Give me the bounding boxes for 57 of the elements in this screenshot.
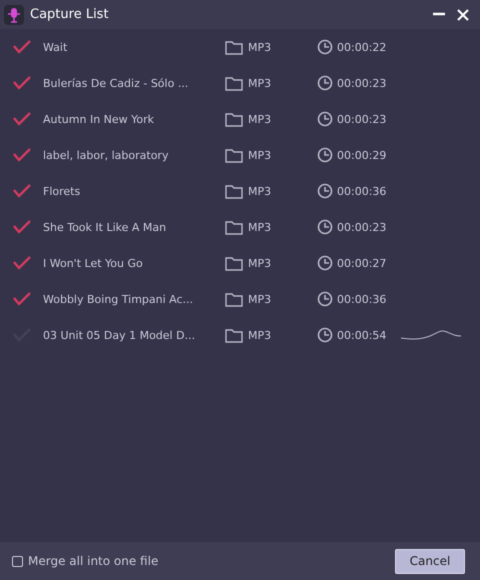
- clock-icon: [317, 75, 333, 91]
- clock-icon: [317, 39, 333, 55]
- checkmark-icon[interactable]: [13, 76, 31, 90]
- track-name: She Took It Like A Man: [43, 220, 168, 234]
- track-name: label, labor, laboratory: [43, 148, 170, 162]
- clock-icon: [317, 183, 333, 199]
- checkmark-icon[interactable]: [13, 148, 31, 162]
- duration-label: 00:00:29: [337, 148, 388, 162]
- folder-icon[interactable]: [225, 76, 243, 90]
- checkmark-icon[interactable]: [13, 256, 31, 270]
- format-label: MP3: [248, 220, 272, 234]
- track-name: Bulerías De Cadiz - Sólo ...: [43, 76, 190, 90]
- track-name: I Won't Let You Go: [43, 256, 144, 270]
- duration-label: 00:00:22: [337, 40, 388, 54]
- track-name: Wobbly Boing Timpani Ac...: [43, 292, 194, 306]
- folder-icon[interactable]: [225, 184, 243, 198]
- checkmark-icon[interactable]: [13, 40, 31, 54]
- duration-label: 00:00:23: [337, 112, 388, 126]
- window-title: Capture List: [30, 7, 110, 22]
- folder-icon[interactable]: [225, 292, 243, 306]
- clock-icon: [317, 219, 333, 235]
- format-label: MP3: [248, 292, 272, 306]
- track-name: 03 Unit 05 Day 1 Model D...: [43, 328, 196, 342]
- clock-icon: [317, 291, 333, 307]
- folder-icon[interactable]: [225, 40, 243, 54]
- duration-label: 00:00:36: [337, 184, 388, 198]
- cancel-button[interactable]: Cancel: [395, 548, 465, 574]
- clock-icon: [317, 327, 333, 343]
- format-label: MP3: [248, 328, 272, 342]
- checkmark-icon[interactable]: [13, 184, 31, 198]
- merge-checkbox[interactable]: Merge all into one file: [12, 554, 395, 568]
- duration-label: 00:00:23: [337, 220, 388, 234]
- format-label: MP3: [248, 256, 272, 270]
- clock-icon: [317, 111, 333, 127]
- folder-icon[interactable]: [225, 112, 243, 126]
- folder-icon[interactable]: [225, 328, 243, 342]
- checkmark-icon[interactable]: [13, 220, 31, 234]
- format-label: MP3: [248, 148, 272, 162]
- checkmark-icon[interactable]: [13, 112, 31, 126]
- duration-label: 00:00:23: [337, 76, 388, 90]
- format-label: MP3: [248, 112, 272, 126]
- format-label: MP3: [248, 76, 272, 90]
- clock-icon: [317, 147, 333, 163]
- track-name: Autumn In New York: [43, 112, 156, 126]
- track-name: Florets: [43, 184, 82, 198]
- duration-label: 00:00:36: [337, 292, 388, 306]
- checkmark-icon[interactable]: [13, 292, 31, 306]
- folder-icon[interactable]: [225, 256, 243, 270]
- format-label: MP3: [248, 40, 272, 54]
- duration-label: 00:00:27: [337, 256, 388, 270]
- folder-icon[interactable]: [225, 148, 243, 162]
- clock-icon: [317, 255, 333, 271]
- duration-label: 00:00:54: [337, 328, 388, 342]
- microphone-icon: [4, 4, 24, 24]
- track-name: Wait: [43, 40, 68, 54]
- folder-icon[interactable]: [225, 220, 243, 234]
- format-label: MP3: [248, 184, 272, 198]
